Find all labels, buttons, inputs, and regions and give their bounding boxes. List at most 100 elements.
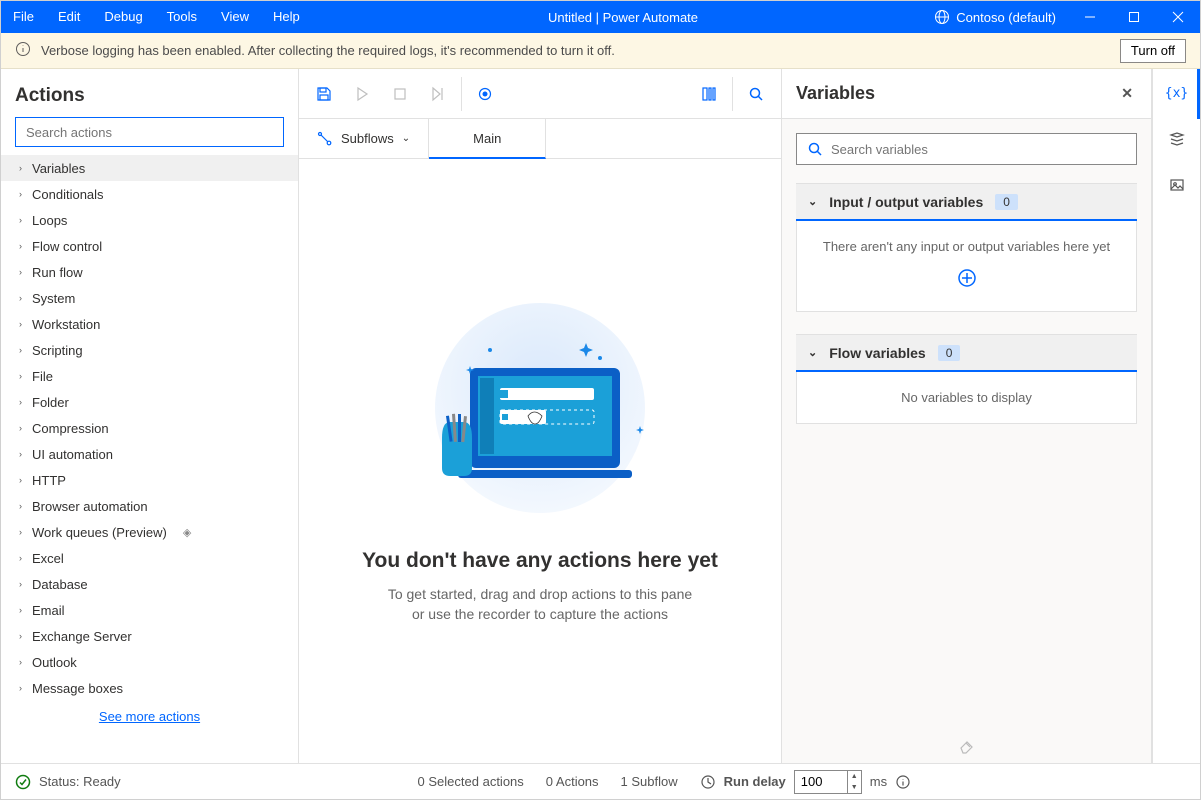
action-group-system[interactable]: ›System: [1, 285, 298, 311]
environment-label: Contoso (default): [956, 10, 1056, 25]
info-icon[interactable]: [895, 774, 911, 790]
chevron-right-icon: ›: [19, 241, 22, 251]
close-variables-button[interactable]: ✕: [1117, 81, 1137, 106]
menu-tools[interactable]: Tools: [155, 1, 209, 33]
action-group-file[interactable]: ›File: [1, 363, 298, 389]
subflows-dropdown[interactable]: Subflows ⌄: [299, 119, 429, 158]
close-button[interactable]: [1156, 1, 1200, 33]
search-flow-button[interactable]: [737, 69, 775, 119]
run-button[interactable]: [343, 69, 381, 119]
recorder-button[interactable]: [466, 69, 504, 119]
chevron-right-icon: ›: [19, 371, 22, 381]
action-group-exchange-server[interactable]: ›Exchange Server: [1, 623, 298, 649]
ui-elements-rail-button[interactable]: [1161, 123, 1193, 155]
action-group-workstation[interactable]: ›Workstation: [1, 311, 298, 337]
empty-state-title: You don't have any actions here yet: [362, 549, 718, 573]
turn-off-button[interactable]: Turn off: [1120, 39, 1186, 63]
action-group-loops[interactable]: ›Loops: [1, 207, 298, 233]
io-variables-body: There aren't any input or output variabl…: [796, 221, 1137, 312]
empty-state-illustration: [410, 298, 670, 521]
chevron-right-icon: ›: [19, 397, 22, 407]
action-group-variables[interactable]: ›Variables: [1, 155, 298, 181]
action-group-email[interactable]: ›Email: [1, 597, 298, 623]
menu-edit[interactable]: Edit: [46, 1, 92, 33]
designer-toolbar: [299, 69, 781, 119]
action-group-ui-automation[interactable]: ›UI automation: [1, 441, 298, 467]
title-bar: File Edit Debug Tools View Help Untitled…: [1, 1, 1200, 33]
menu-debug[interactable]: Debug: [92, 1, 154, 33]
chevron-right-icon: ›: [19, 319, 22, 329]
action-group-conditionals[interactable]: ›Conditionals: [1, 181, 298, 207]
tab-main[interactable]: Main: [429, 119, 546, 159]
images-rail-button[interactable]: [1161, 169, 1193, 201]
notification-text: Verbose logging has been enabled. After …: [41, 43, 615, 58]
delay-down-button[interactable]: ▼: [848, 782, 861, 793]
delay-up-button[interactable]: ▲: [848, 771, 861, 782]
chevron-down-icon: ⌄: [808, 195, 817, 208]
action-group-outlook[interactable]: ›Outlook: [1, 649, 298, 675]
io-variables-count: 0: [995, 194, 1018, 210]
notification-bar: Verbose logging has been enabled. After …: [1, 33, 1200, 69]
maximize-button[interactable]: [1112, 1, 1156, 33]
action-group-scripting[interactable]: ›Scripting: [1, 337, 298, 363]
action-group-browser-automation[interactable]: ›Browser automation: [1, 493, 298, 519]
action-group-run-flow[interactable]: ›Run flow: [1, 259, 298, 285]
flow-variables-section-header[interactable]: ⌄ Flow variables 0: [796, 334, 1137, 372]
menu-help[interactable]: Help: [261, 1, 312, 33]
menu-file[interactable]: File: [1, 1, 46, 33]
io-variables-empty-text: There aren't any input or output variabl…: [807, 239, 1126, 254]
chevron-right-icon: ›: [19, 553, 22, 563]
chevron-right-icon: ›: [19, 163, 22, 173]
chevron-right-icon: ›: [19, 423, 22, 433]
action-group-excel[interactable]: ›Excel: [1, 545, 298, 571]
chevron-right-icon: ›: [19, 657, 22, 667]
variables-rail-button[interactable]: {x}: [1161, 77, 1193, 109]
action-group-work-queues[interactable]: ›Work queues (Preview)◈: [1, 519, 298, 545]
ui-elements-button[interactable]: [690, 69, 728, 119]
search-icon: [807, 141, 823, 157]
variables-panel: Variables ✕ ⌄ Input / output variables 0…: [782, 69, 1152, 763]
menu-view[interactable]: View: [209, 1, 261, 33]
io-variables-section-header[interactable]: ⌄ Input / output variables 0: [796, 183, 1137, 221]
action-group-message-boxes[interactable]: ›Message boxes: [1, 675, 298, 701]
status-bar: Status: Ready 0 Selected actions 0 Actio…: [1, 763, 1200, 799]
minimize-button[interactable]: [1068, 1, 1112, 33]
search-variables-input[interactable]: [796, 133, 1137, 165]
status-ok-icon: [15, 774, 31, 790]
flow-variables-body: No variables to display: [796, 372, 1137, 424]
chevron-right-icon: ›: [19, 293, 22, 303]
subflow-count: 1 Subflow: [621, 774, 678, 789]
chevron-right-icon: ›: [19, 683, 22, 693]
info-icon: [15, 41, 31, 60]
chevron-right-icon: ›: [19, 605, 22, 615]
flow-variables-count: 0: [938, 345, 961, 361]
action-group-compression[interactable]: ›Compression: [1, 415, 298, 441]
see-more-actions-link[interactable]: See more actions: [99, 709, 200, 724]
save-button[interactable]: [305, 69, 343, 119]
clear-variables-button[interactable]: [782, 730, 1151, 763]
designer-panel: Subflows ⌄ Main: [299, 69, 782, 763]
step-button[interactable]: [419, 69, 457, 119]
designer-canvas[interactable]: You don't have any actions here yet To g…: [299, 159, 781, 763]
variables-title: Variables: [796, 83, 875, 104]
add-io-variable-button[interactable]: [807, 268, 1126, 293]
action-group-flow-control[interactable]: ›Flow control: [1, 233, 298, 259]
run-delay-label: Run delay: [724, 774, 786, 789]
subflows-icon: [317, 131, 333, 147]
action-group-http[interactable]: ›HTTP: [1, 467, 298, 493]
clock-icon: [700, 774, 716, 790]
action-group-database[interactable]: ›Database: [1, 571, 298, 597]
chevron-right-icon: ›: [19, 527, 22, 537]
run-delay-input[interactable]: ▲▼: [794, 770, 862, 794]
actions-count: 0 Actions: [546, 774, 599, 789]
stop-button[interactable]: [381, 69, 419, 119]
chevron-right-icon: ›: [19, 579, 22, 589]
flow-variables-empty-text: No variables to display: [807, 390, 1126, 405]
action-group-folder[interactable]: ›Folder: [1, 389, 298, 415]
selected-actions-count: 0 Selected actions: [418, 774, 524, 789]
search-actions-input[interactable]: [15, 117, 284, 147]
status-text: Status: Ready: [39, 774, 121, 789]
actions-title: Actions: [1, 69, 298, 117]
preview-icon: ◈: [183, 526, 191, 539]
environment-button[interactable]: Contoso (default): [934, 9, 1056, 25]
